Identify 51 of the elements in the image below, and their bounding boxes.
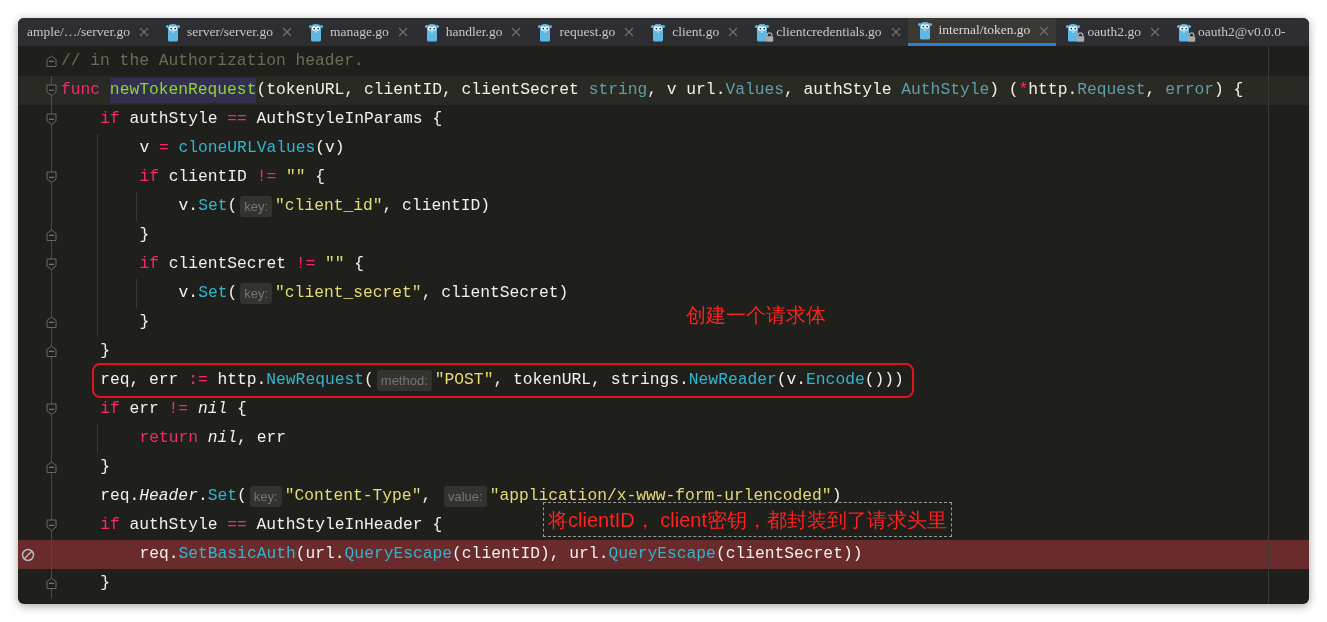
editor-tab[interactable]: oauth2.go <box>1056 18 1167 46</box>
close-icon[interactable] <box>1150 27 1160 37</box>
fold-marker-icon[interactable] <box>46 84 57 97</box>
code-line: return nil, err <box>139 427 286 450</box>
code-line: if authStyle == AuthStyleInParams { <box>100 108 443 131</box>
editor-tab[interactable]: manage.go <box>298 18 415 46</box>
fold-marker-icon[interactable] <box>46 519 57 532</box>
editor-tab[interactable]: handler.go <box>414 18 529 46</box>
fold-marker-icon[interactable] <box>46 55 57 68</box>
code-line: v.Set( key: "client_secret", clientSecret) <box>178 281 569 306</box>
close-icon[interactable] <box>511 27 522 37</box>
fold-marker-icon[interactable] <box>46 403 57 416</box>
fold-marker-icon[interactable] <box>46 316 57 329</box>
code-line: } <box>139 311 150 334</box>
fold-marker-icon[interactable] <box>46 345 57 358</box>
editor-tab[interactable]: internal/token.go <box>907 18 1057 46</box>
editor-tab[interactable]: request.go <box>528 18 642 46</box>
code-line: if authStyle == AuthStyleInHeader { <box>100 514 443 537</box>
code-line: // in the Authorization header. <box>61 50 364 73</box>
fold-marker-icon[interactable] <box>46 171 57 184</box>
fold-marker-icon[interactable] <box>46 229 57 242</box>
annotation-note: 创建一个请求体 <box>686 303 826 328</box>
close-icon[interactable] <box>890 27 901 37</box>
editor-tab[interactable]: ample/…/server.go <box>18 18 157 46</box>
editor-tab[interactable]: clientcredentials.go <box>745 18 908 46</box>
muted-breakpoint-icon[interactable] <box>21 547 35 562</box>
editor-tab[interactable]: client.go <box>641 18 746 46</box>
fold-marker-icon[interactable] <box>46 258 57 271</box>
code-line: } <box>100 340 110 363</box>
close-icon[interactable] <box>397 27 408 37</box>
code-line: } <box>100 456 110 479</box>
code-line: req.SetBasicAuth(url.QueryEscape(clientID), url.QueryEscape(clientSecret)) <box>139 543 863 566</box>
annotation-note: 将clientID， client密钥，都封装到了请求头里 <box>543 502 952 537</box>
code-line: } <box>100 572 110 595</box>
code-line: if clientSecret != "" { <box>139 253 365 276</box>
editor-tab[interactable]: oauth2@v0.0.0- <box>1167 18 1293 46</box>
fold-marker-icon[interactable] <box>46 461 57 474</box>
code-line: func newTokenRequest(tokenURL, clientID, clientSecret string, v url.Values, authStyle AuthStyle) (*http.Request, error) { <box>61 78 1244 103</box>
close-icon[interactable] <box>728 27 739 37</box>
close-icon[interactable] <box>281 27 292 37</box>
close-icon[interactable] <box>139 27 150 37</box>
close-icon[interactable] <box>1039 25 1050 36</box>
code-line: v.Set( key: "client_id", clientID) <box>178 194 491 219</box>
code-line: } <box>139 224 150 247</box>
editor-tab[interactable]: server/server.go <box>156 18 299 46</box>
code-line: if clientID != "" { <box>139 166 326 189</box>
code-line: v = cloneURLValues(v) <box>139 137 345 160</box>
close-icon[interactable] <box>624 27 635 37</box>
code-line: if err != nil { <box>100 398 247 421</box>
fold-marker-icon[interactable] <box>46 113 57 126</box>
fold-marker-icon[interactable] <box>46 577 57 590</box>
